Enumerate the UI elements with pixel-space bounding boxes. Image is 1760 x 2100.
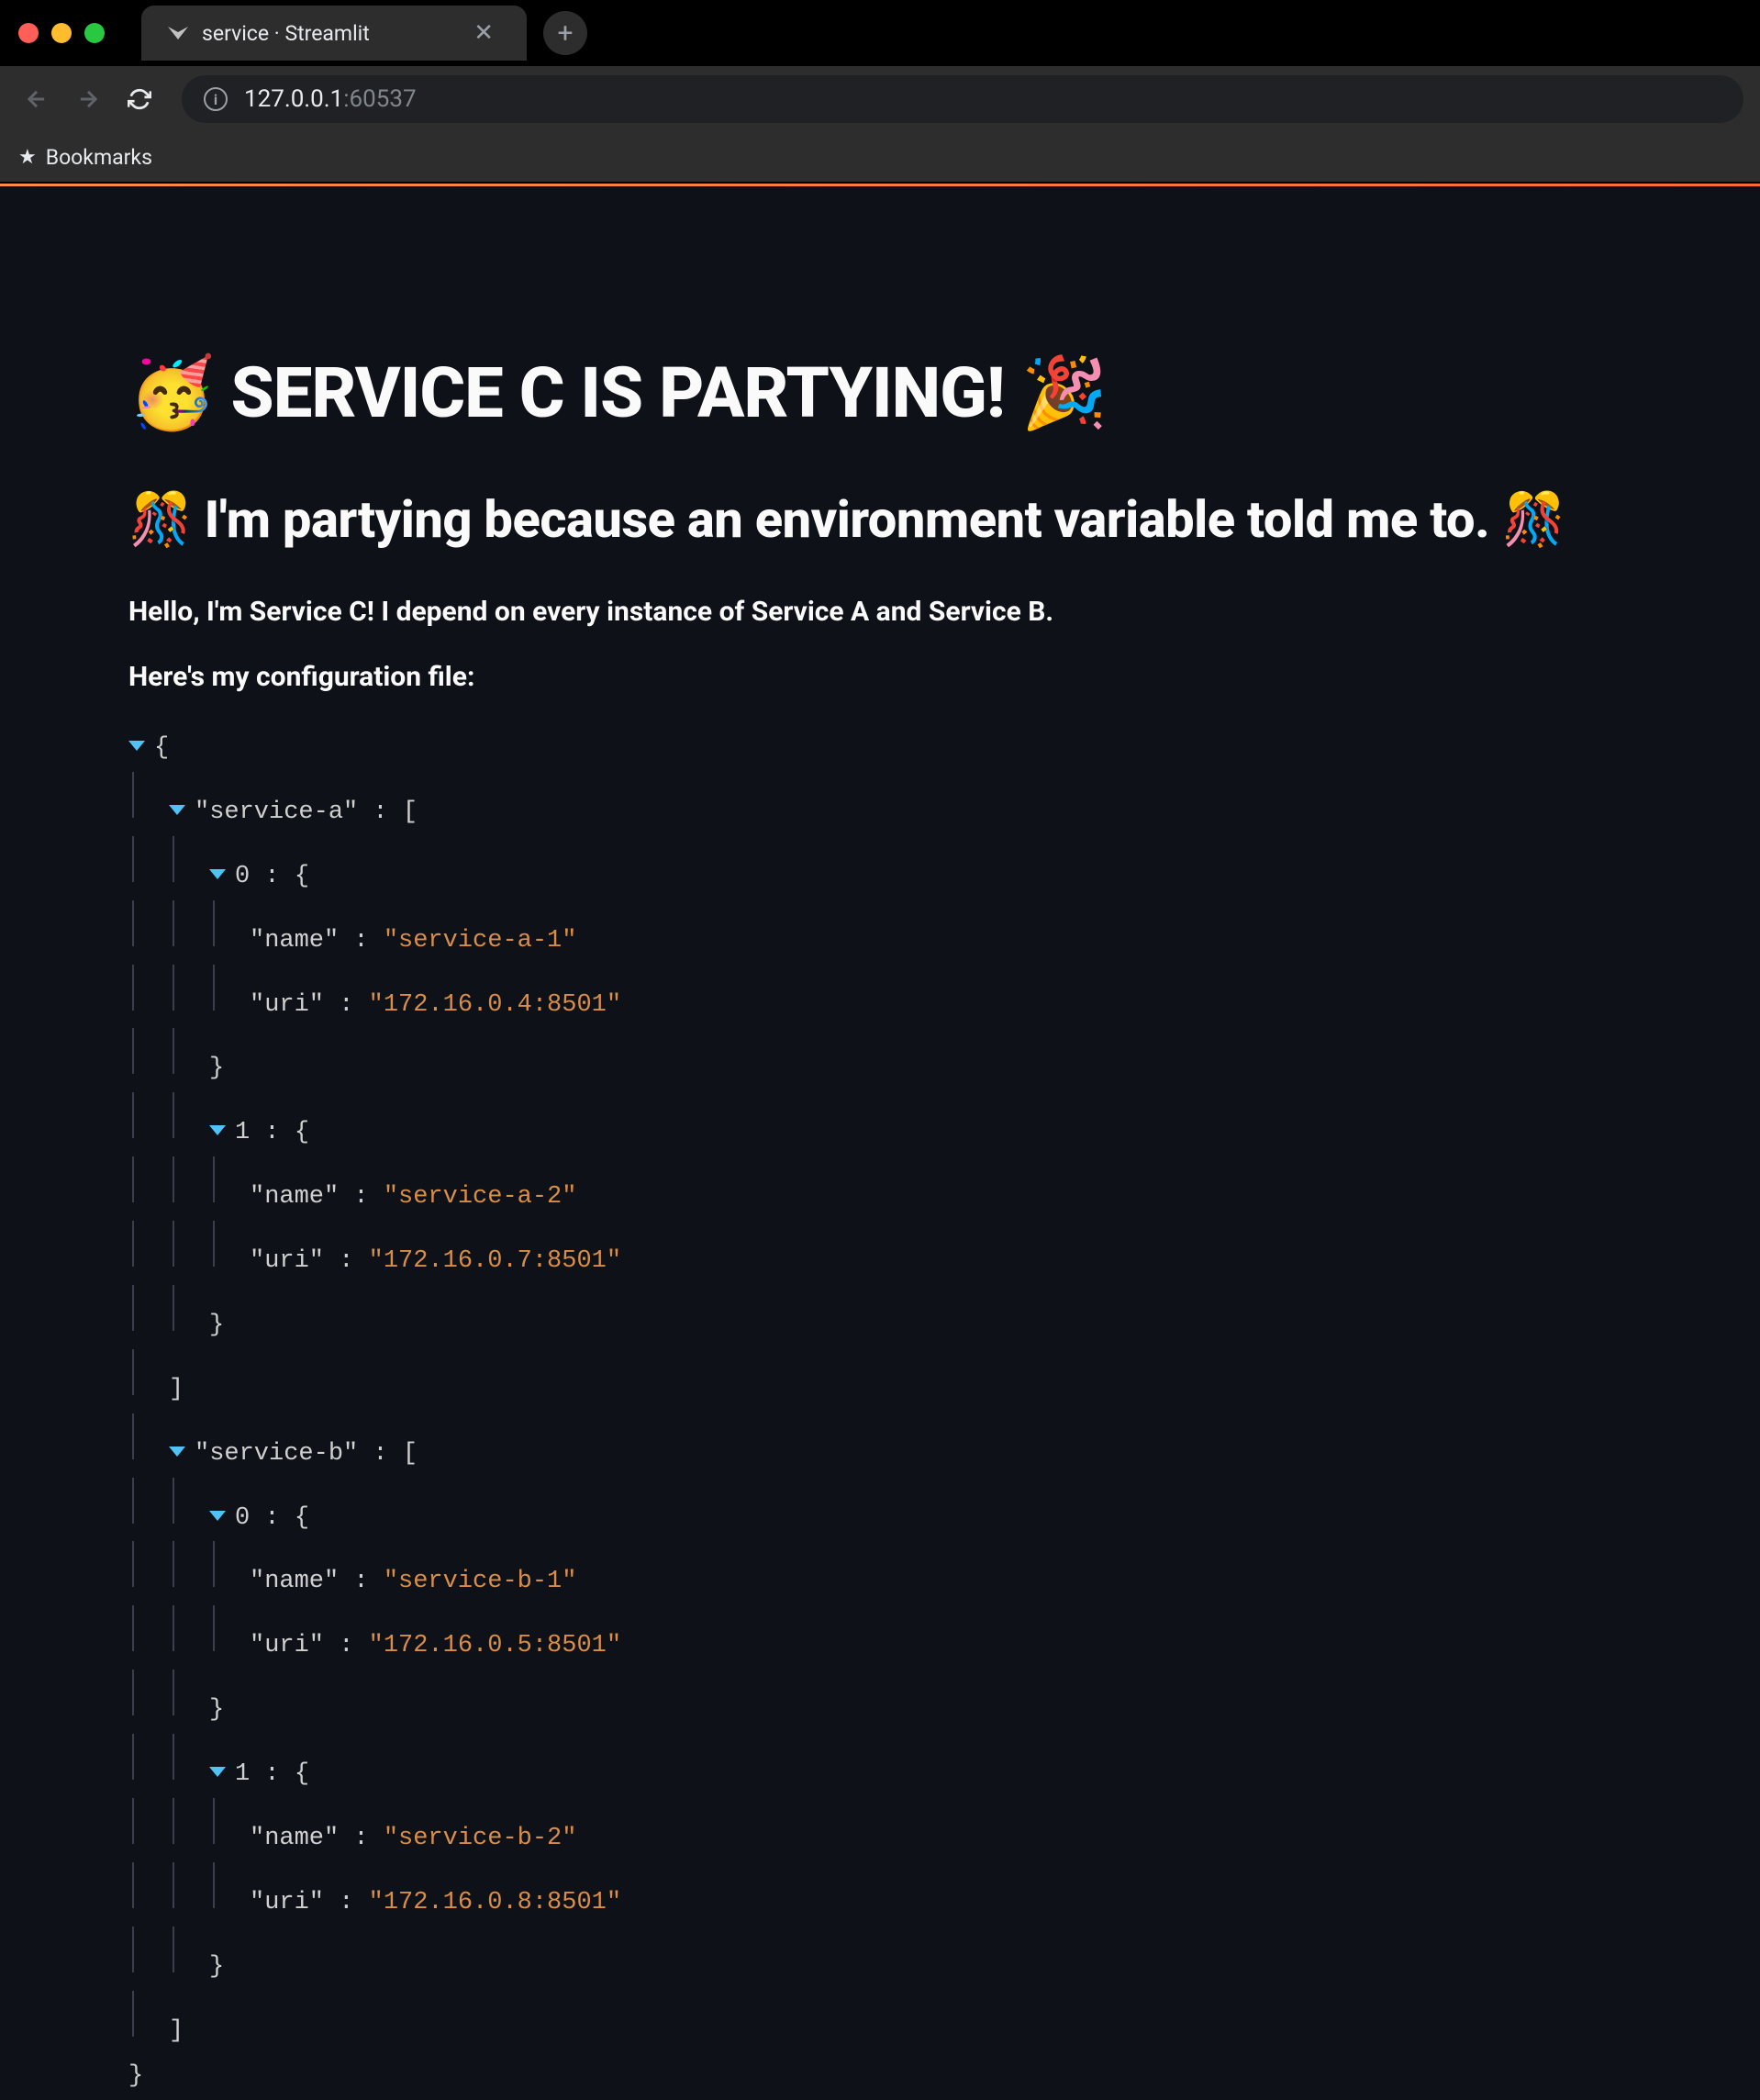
json-line: "name" : "service-b-2" [128,1798,1632,1862]
json-line: "uri" : "172.16.0.8:8501" [128,1862,1632,1927]
intro-text: Hello, I'm Service C! I depend on every … [128,596,1632,628]
url-host: 127.0.0.1 [244,85,343,113]
page-subtitle: 🎊 I'm partying because an environment va… [128,489,1632,550]
tab-title: service · Streamlit [202,21,453,46]
json-line: } [128,2054,1632,2100]
caret-down-icon[interactable] [209,1511,226,1521]
site-info-icon[interactable]: i [204,87,228,111]
caret-down-icon[interactable] [209,1767,226,1777]
url-port: :60537 [343,85,416,113]
json-line: 0 : { [128,836,1632,900]
new-tab-button[interactable]: + [543,11,587,55]
back-button[interactable] [17,79,57,119]
window-maximize-button[interactable] [84,23,105,43]
page-content: 🥳 SERVICE C IS PARTYING! 🎉 🎊 I'm partyin… [0,186,1760,2100]
json-line: { [128,726,1632,772]
json-line: "uri" : "172.16.0.5:8501" [128,1605,1632,1670]
window-controls [18,23,105,43]
caret-down-icon[interactable] [169,805,185,815]
json-line: "service-a" : [ [128,772,1632,836]
json-line: ] [128,1991,1632,2055]
tab-close-button[interactable]: ✕ [466,19,501,47]
star-icon: ★ [18,146,37,169]
json-line: 1 : { [128,1734,1632,1798]
bookmarks-menu[interactable]: ★ Bookmarks [18,145,152,170]
bookmarks-bar: ★ Bookmarks [0,132,1760,184]
reload-button[interactable] [119,79,160,119]
json-line: ] [128,1349,1632,1413]
caret-down-icon[interactable] [128,741,145,751]
window-close-button[interactable] [18,23,39,43]
window-minimize-button[interactable] [51,23,72,43]
json-line: "service-b" : [ [128,1413,1632,1478]
browser-tab[interactable]: service · Streamlit ✕ [141,6,527,61]
json-line: "name" : "service-a-2" [128,1156,1632,1221]
json-viewer[interactable]: {"service-a" : [0 : {"name" : "service-a… [128,726,1632,2100]
json-line: "name" : "service-a-1" [128,900,1632,965]
page-title: 🥳 SERVICE C IS PARTYING! 🎉 [128,352,1632,434]
caret-down-icon[interactable] [209,1125,226,1135]
tab-bar: service · Streamlit ✕ + [0,0,1760,66]
json-line: "uri" : "172.16.0.7:8501" [128,1221,1632,1285]
browser-chrome: service · Streamlit ✕ + i 127.0.0.1:6053… [0,0,1760,184]
json-line: 1 : { [128,1092,1632,1156]
caret-down-icon[interactable] [209,869,226,879]
caret-down-icon[interactable] [169,1447,185,1457]
browser-toolbar: i 127.0.0.1:60537 [0,66,1760,132]
config-label: Here's my configuration file: [128,661,1632,693]
streamlit-favicon-icon [167,22,189,44]
json-line: 0 : { [128,1478,1632,1542]
json-line: } [128,1028,1632,1092]
bookmarks-label: Bookmarks [46,145,152,170]
json-line: } [128,1927,1632,1991]
json-line: } [128,1285,1632,1349]
json-line: "uri" : "172.16.0.4:8501" [128,965,1632,1029]
json-line: "name" : "service-b-1" [128,1541,1632,1605]
forward-button[interactable] [68,79,108,119]
url-text: 127.0.0.1:60537 [244,85,417,113]
json-line: } [128,1670,1632,1734]
address-bar[interactable]: i 127.0.0.1:60537 [182,75,1743,123]
